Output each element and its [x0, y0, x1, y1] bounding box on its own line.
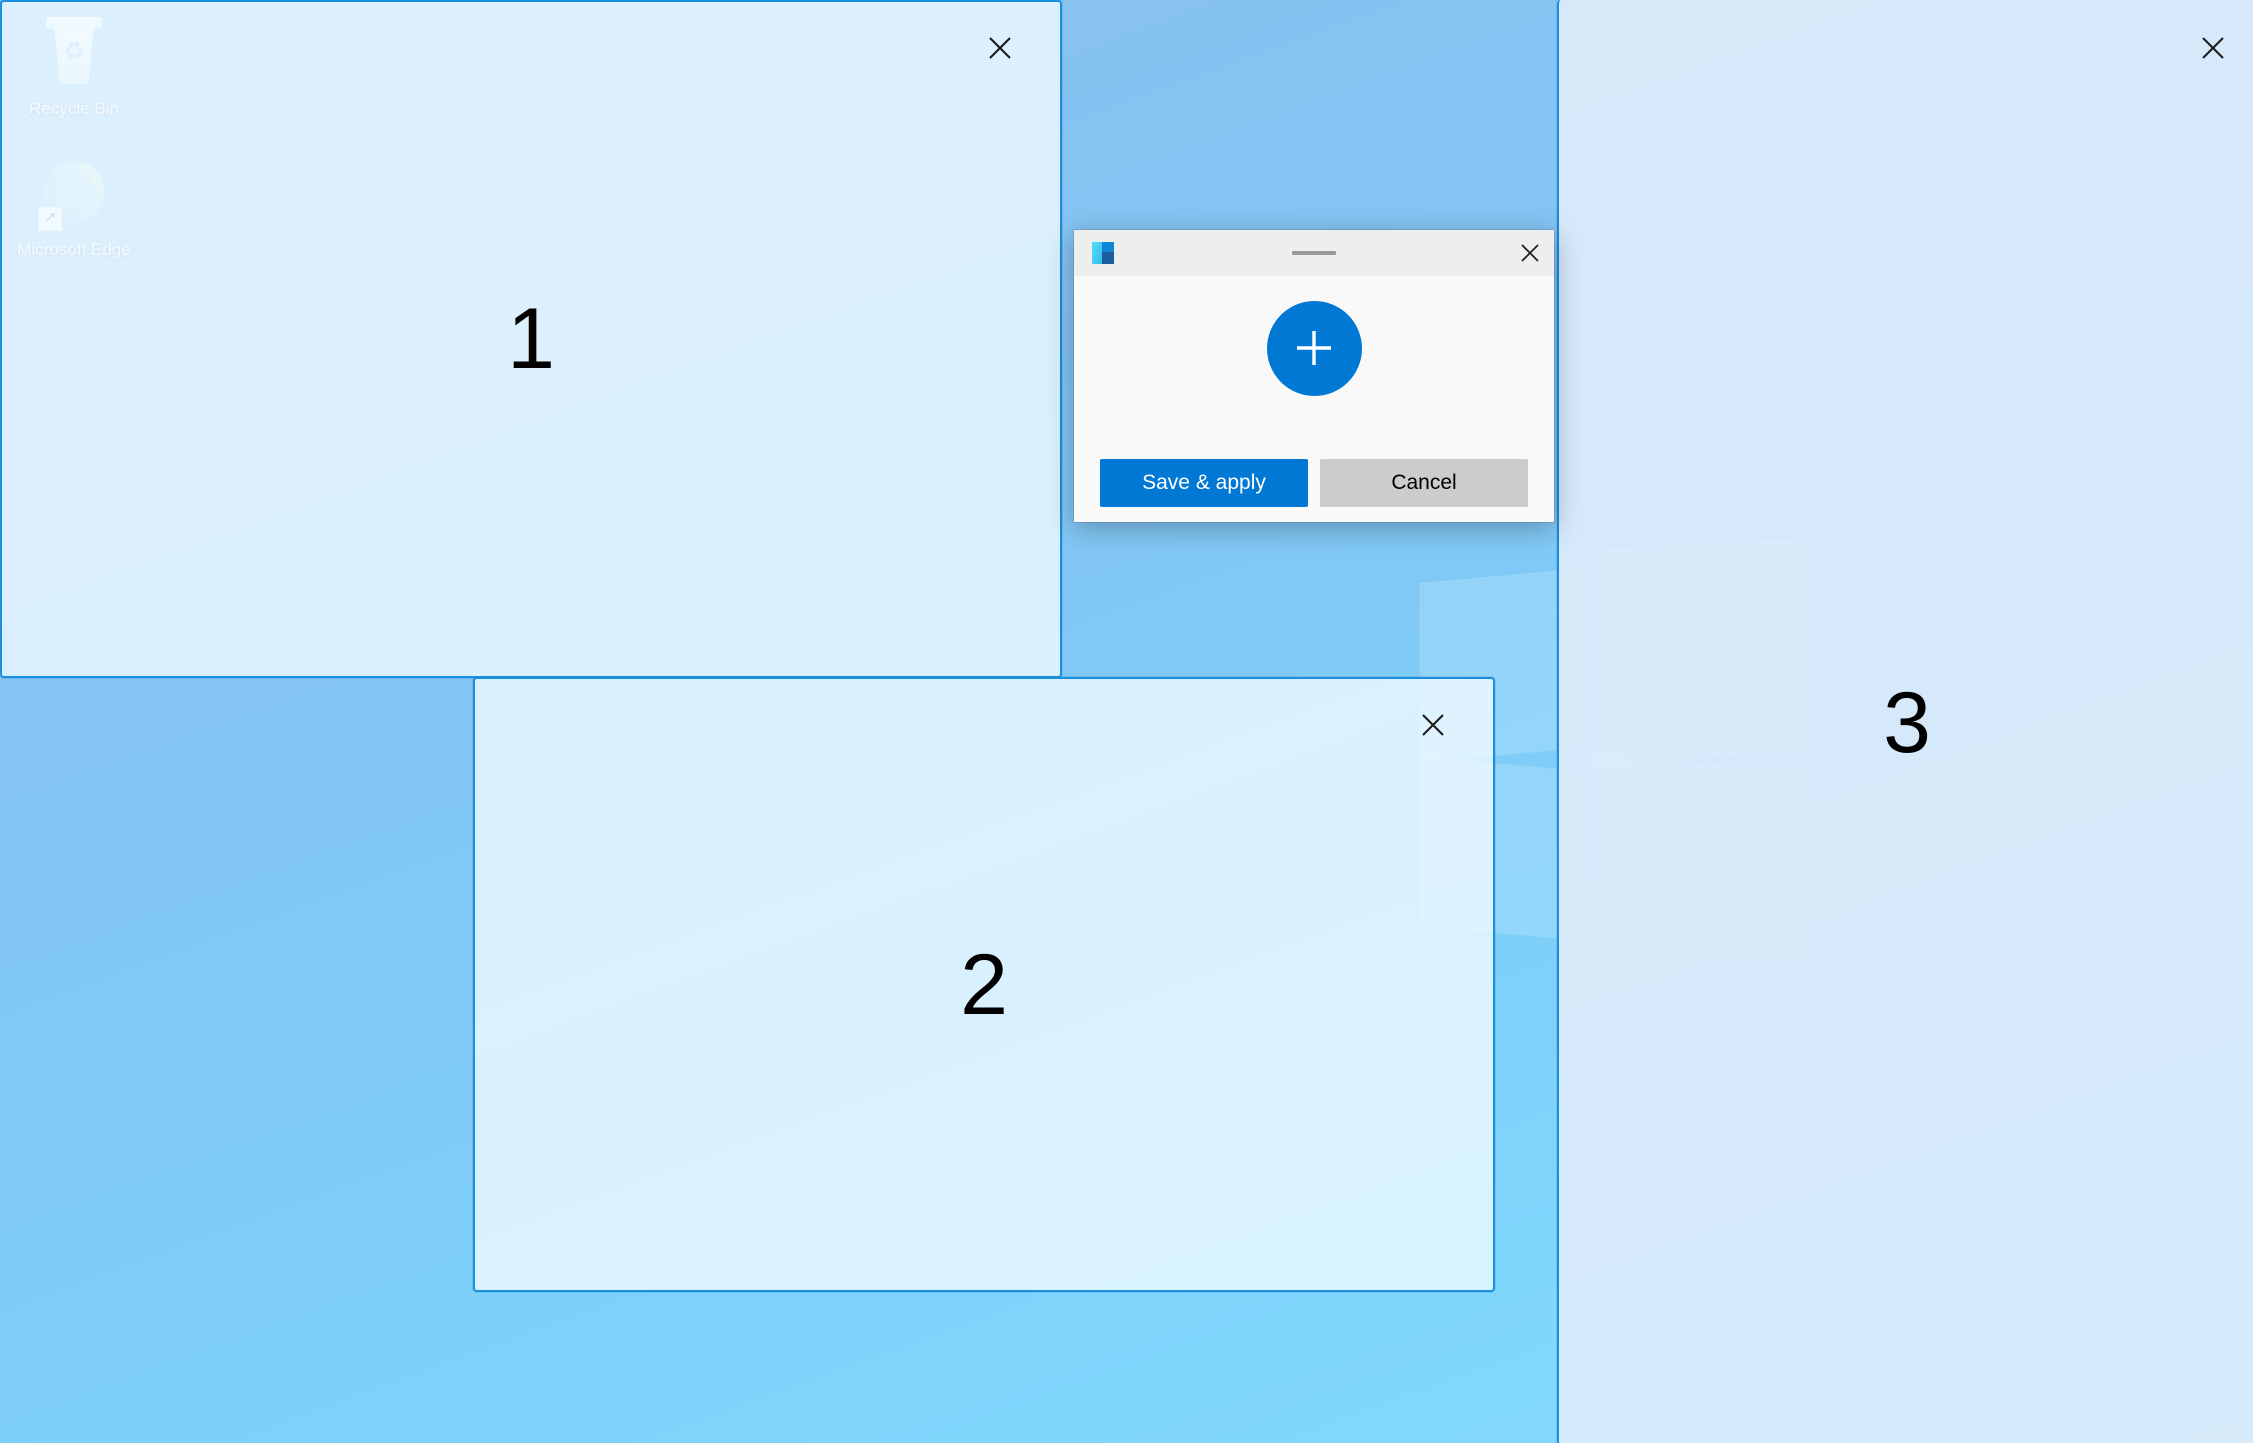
add-zone-button[interactable]	[1266, 300, 1362, 396]
zone-close-button[interactable]	[1413, 705, 1453, 745]
close-icon	[989, 37, 1011, 59]
dialog-action-bar: Save & apply Cancel	[1074, 444, 1554, 522]
fancyzones-icon	[1092, 242, 1114, 264]
zone-number-label: 3	[1883, 674, 1931, 771]
cancel-button[interactable]: Cancel	[1320, 459, 1528, 507]
save-and-apply-button[interactable]: Save & apply	[1100, 459, 1308, 507]
zone-2[interactable]: 2	[473, 677, 1495, 1292]
zone-close-button[interactable]	[980, 28, 1020, 68]
zone-1[interactable]: 1	[0, 0, 1062, 678]
dialog-close-button[interactable]	[1506, 230, 1554, 276]
dialog-body	[1074, 276, 1554, 444]
desktop-background: ♻ Recycle Bin ↗ Microsoft Edge 1 2	[0, 0, 2253, 1443]
close-icon	[1422, 714, 1444, 736]
dialog-drag-handle[interactable]	[1292, 251, 1336, 255]
zone-close-button[interactable]	[2193, 28, 2233, 68]
zone-number-label: 1	[507, 291, 555, 387]
close-icon	[2202, 37, 2224, 59]
zone-number-label: 2	[960, 936, 1008, 1033]
dialog-titlebar[interactable]	[1074, 230, 1554, 276]
zone-editor-dialog: Save & apply Cancel	[1074, 230, 1554, 522]
plus-icon	[1297, 331, 1331, 365]
zone-3[interactable]: 3	[1557, 0, 2253, 1443]
close-icon	[1521, 244, 1539, 262]
